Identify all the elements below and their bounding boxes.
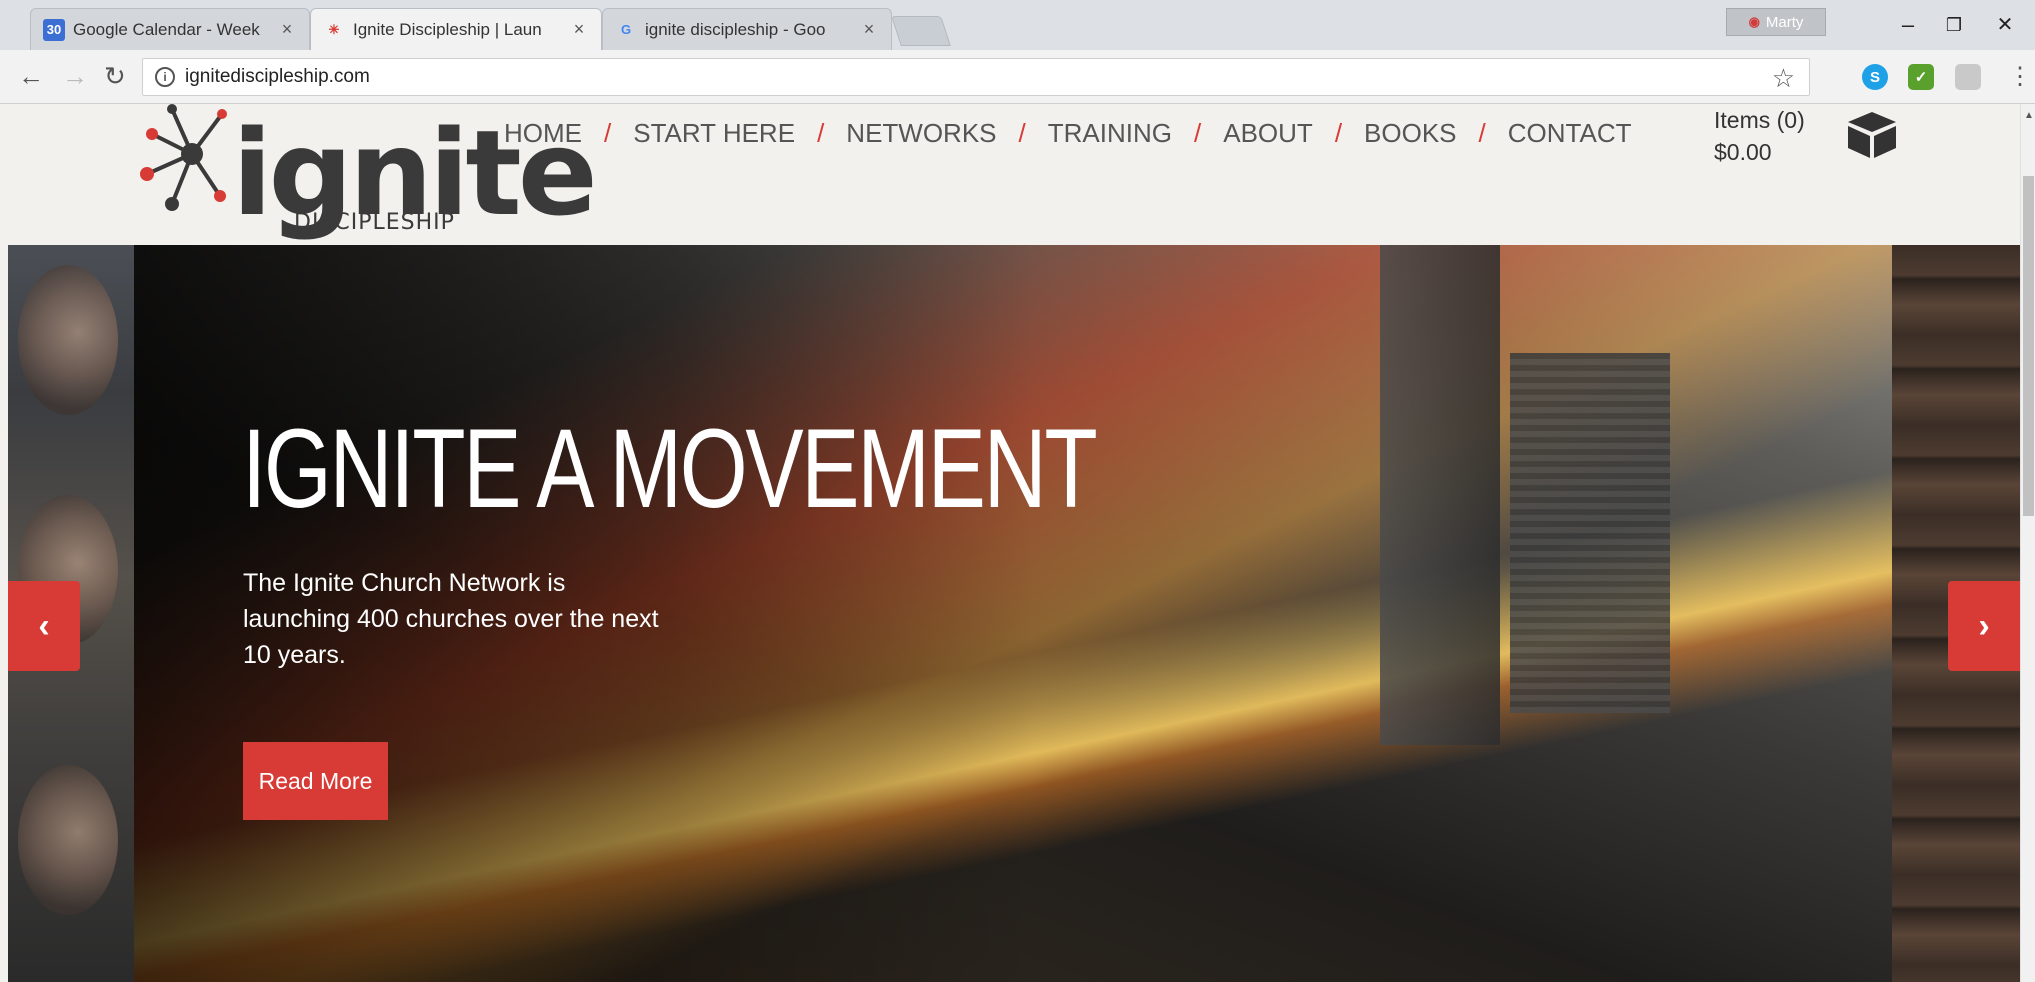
slide-preview-face <box>18 765 118 915</box>
main-navigation: HOME / START HERE / NETWORKS / TRAINING … <box>504 118 1632 149</box>
minimize-button[interactable]: – <box>1888 10 1928 40</box>
site-header: ignite DISCIPLESHIP HOME / START HERE / … <box>8 104 2020 245</box>
nav-home[interactable]: HOME <box>504 118 582 149</box>
read-more-button[interactable]: Read More <box>243 742 388 820</box>
restore-button[interactable]: ❐ <box>1934 10 1974 40</box>
reload-icon[interactable]: ↻ <box>104 62 126 90</box>
building-shape <box>1380 245 1500 745</box>
building-shape <box>1510 353 1670 713</box>
address-bar[interactable]: i ignitediscipleship.com ☆ <box>142 58 1810 96</box>
close-window-button[interactable]: ✕ <box>1985 10 2025 40</box>
nav-separator: / <box>1478 118 1486 148</box>
chevron-right-icon: › <box>1978 606 1990 645</box>
nav-start-here[interactable]: START HERE <box>633 118 795 149</box>
nav-separator: / <box>1194 118 1202 148</box>
logo-subtitle: DISCIPLESHIP <box>294 210 455 235</box>
page-scrollbar[interactable]: ▲ <box>2020 104 2035 982</box>
cart-total: $0.00 <box>1714 139 1772 165</box>
ignite-favicon-icon: ✳ <box>328 21 340 37</box>
scrollbar-thumb[interactable] <box>2023 176 2034 516</box>
profile-name: Marty <box>1765 13 1804 31</box>
tab-close-icon[interactable]: × <box>277 19 297 40</box>
evernote-extension-icon[interactable]: ✓ <box>1908 64 1934 90</box>
new-tab-button[interactable] <box>891 16 951 46</box>
hero-text: The Ignite Church Network is launching 4… <box>243 569 659 669</box>
tab-title: Google Calendar - Week <box>73 19 260 39</box>
cart-summary[interactable]: Items (0) $0.00 <box>1714 104 1805 168</box>
pdf-extension-icon[interactable] <box>1955 64 1981 90</box>
nav-training[interactable]: TRAINING <box>1048 118 1172 149</box>
profile-button[interactable]: ◉ Marty <box>1726 8 1826 36</box>
nav-networks[interactable]: NETWORKS <box>846 118 996 149</box>
browser-menu-icon[interactable]: ⋮ <box>2008 62 2032 91</box>
tab-close-icon[interactable]: × <box>859 19 879 40</box>
slide-preview-face <box>18 265 118 415</box>
url-text: ignitediscipleship.com <box>185 66 370 87</box>
info-icon[interactable]: i <box>155 67 175 87</box>
slider-prev-button[interactable]: ‹ <box>8 581 80 671</box>
cart-box-icon[interactable] <box>1844 108 1900 160</box>
profile-icon: ◉ <box>1748 14 1760 29</box>
browser-tab-bar: 30 Google Calendar - Week × ✳ Ignite Dis… <box>0 0 2035 50</box>
tab-ignite-discipleship[interactable]: ✳ Ignite Discipleship | Laun × <box>310 8 602 50</box>
nav-contact[interactable]: CONTACT <box>1508 118 1632 149</box>
tab-title: Ignite Discipleship | Laun <box>353 19 542 39</box>
nav-separator: / <box>817 118 825 148</box>
bookmark-star-icon[interactable]: ☆ <box>1772 63 1795 94</box>
tab-close-icon[interactable]: × <box>569 19 589 40</box>
logo-spark-icon <box>140 104 227 211</box>
tab-google-search[interactable]: G ignite discipleship - Goo × <box>602 8 892 50</box>
chevron-left-icon: ‹ <box>38 606 50 645</box>
forward-arrow-icon[interactable]: → <box>62 62 88 90</box>
site-logo[interactable]: ignite DISCIPLESHIP <box>132 104 598 244</box>
hero-title: IGNITE A MOVEMENT <box>242 406 1098 531</box>
nav-about[interactable]: ABOUT <box>1223 118 1313 149</box>
tab-google-calendar[interactable]: 30 Google Calendar - Week × <box>30 8 310 50</box>
hero-slider: IGNITE A MOVEMENT The Ignite Church Netw… <box>8 245 2020 982</box>
nav-books[interactable]: BOOKS <box>1364 118 1456 149</box>
google-icon: G <box>620 22 632 37</box>
nav-separator: / <box>604 118 612 148</box>
nav-separator: / <box>1334 118 1343 148</box>
skype-icon[interactable]: S <box>1862 64 1888 90</box>
nav-separator: / <box>1018 118 1026 148</box>
browser-toolbar: ← → ↻ i ignitediscipleship.com ☆ S ✓ ⋮ <box>0 50 2035 104</box>
slider-next-button[interactable]: › <box>1948 581 2020 671</box>
back-arrow-icon[interactable]: ← <box>18 62 44 90</box>
scroll-up-icon[interactable]: ▲ <box>2024 110 2034 121</box>
tab-title: ignite discipleship - Goo <box>645 19 826 39</box>
calendar-icon: 30 <box>43 18 65 41</box>
cart-items: Items (0) <box>1714 107 1805 133</box>
